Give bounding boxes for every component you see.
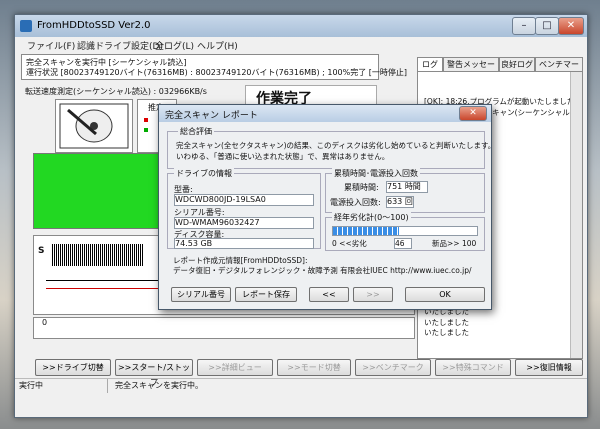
hours-field: 751 時間	[386, 181, 428, 193]
menu-help[interactable]: ヘルプ(H)	[197, 39, 238, 52]
scan-status-box: 完全スキャンを実行中 [シーケンシャル読込] 運行状況 [80023749120…	[21, 54, 407, 80]
menu-file[interactable]: ファイル(F)	[27, 39, 75, 52]
scale-zero-label: 0	[42, 318, 48, 327]
indicator-green	[144, 128, 148, 132]
hours-label: 累積時間:	[344, 183, 379, 192]
log-line: いたしました	[424, 317, 469, 327]
drive-info-label: ドライブの情報	[174, 168, 234, 179]
minimize-button[interactable]: –	[512, 17, 536, 35]
age-value-field: 46	[394, 238, 412, 249]
summary-text-1: 完全スキャン(全セクタスキャン)の結果、このディスクは劣化し始めていると判断いた…	[176, 141, 496, 150]
menu-bar: ファイル(F) 認識ドライブ設定(D) 全ログ(L) ヘルプ(H)	[15, 37, 587, 52]
hours-group: 累積時間･電源投入回数 累積時間: 751 時間 電源投入回数: 633 回	[325, 168, 485, 213]
disk-image-panel	[55, 99, 133, 153]
age-right-label: 新品>> 100	[432, 239, 477, 248]
maximize-button[interactable]: □	[535, 17, 559, 35]
prev-button[interactable]: <<	[309, 287, 349, 302]
detail-view-button[interactable]: >>詳細ビュー	[197, 359, 273, 376]
speed-label: 転送速度測定(シーケンシャル読込) : 032966KB/s	[25, 87, 207, 96]
hdd-icon	[59, 103, 129, 149]
waveform-graph	[52, 244, 144, 266]
summary-group: 総合評価 完全スキャン(全セクタスキャン)の結果、このディスクは劣化し始めている…	[167, 126, 495, 169]
drive-info-group: ドライブの情報 型番: WDCWD800JD-19LSA0 シリアル番号: WD…	[167, 168, 321, 249]
tab-log[interactable]: ログ	[417, 57, 443, 72]
scan-status-line2: 運行状況 [80023749120バイト(76316MB) : 80023749…	[26, 68, 408, 77]
report-source-line-2: データ復旧・デジタルフォレンジック・故障予測 有限会社IUEC http://w…	[173, 266, 472, 275]
special-command-button[interactable]: >>特殊コマンド	[435, 359, 511, 376]
app-icon	[20, 20, 32, 32]
menu-drive-settings[interactable]: 認識ドライブ設定(D)	[77, 39, 163, 52]
tab-benchmark[interactable]: ベンチマーク	[535, 57, 583, 82]
start-stop-button[interactable]: >>スタート/ストップ	[115, 359, 193, 387]
status-left: 実行中	[19, 379, 108, 393]
summary-text-2: いわゆる、「普通に使い込まれた状態」で、異常はありません。	[176, 152, 390, 161]
report-dialog: 完全スキャン レポート ✕ 総合評価 完全スキャン(全セクタスキャン)の結果、こ…	[158, 104, 495, 310]
dialog-close-button[interactable]: ✕	[459, 106, 487, 121]
age-meter-fill	[333, 227, 400, 235]
restore-info-button[interactable]: >>復旧情報	[515, 359, 583, 376]
model-field: WDCWD800JD-19LSA0	[174, 194, 314, 206]
power-field: 633 回	[386, 196, 414, 208]
indicator-red	[144, 118, 148, 122]
capacity-field: 74.53 GB	[174, 238, 314, 249]
benchmark-button[interactable]: >>ベンチマーク	[355, 359, 431, 376]
age-group-label: 経年劣化計(0～100)	[332, 212, 411, 223]
dialog-title: 完全スキャン レポート	[165, 111, 258, 121]
save-report-button[interactable]: レポート保存	[235, 287, 297, 302]
log-tabs: ログ 警告メッセージ 良好ログ ベンチマーク	[417, 57, 585, 82]
serial-number-button[interactable]: シリアル番号	[171, 287, 231, 302]
close-button[interactable]: ✕	[558, 17, 584, 35]
next-button[interactable]: >>	[353, 287, 393, 302]
log-line: いたしました	[424, 328, 469, 337]
title-bar: FromHDDtoSSD Ver2.0 – □ ✕	[15, 15, 587, 37]
age-left-label: 0 <<劣化	[332, 239, 367, 248]
scale-bar: 0	[33, 317, 415, 339]
log-scrollbar[interactable]	[570, 72, 582, 358]
power-label: 電源投入回数:	[330, 198, 381, 207]
tab-good-log[interactable]: 良好ログ	[499, 57, 535, 71]
menu-all-logs[interactable]: 全ログ(L)	[155, 39, 194, 52]
dialog-title-bar: 完全スキャン レポート ✕	[159, 105, 491, 122]
mode-switch-button[interactable]: >>モード切替	[277, 359, 351, 376]
summary-label: 総合評価	[178, 126, 214, 137]
status-right: 完全スキャンを実行中。	[115, 381, 203, 390]
drive-switch-button[interactable]: >>ドライブ切替	[35, 359, 111, 376]
serial-field: WD-WMAM96032427	[174, 217, 314, 229]
age-group: 経年劣化計(0～100) 0 <<劣化 46 新品>> 100	[325, 212, 485, 251]
age-meter	[332, 226, 478, 236]
window-title: FromHDDtoSSD Ver2.0	[37, 20, 151, 31]
tab-warning[interactable]: 警告メッセージ	[443, 57, 499, 82]
hours-group-label: 累積時間･電源投入回数	[332, 168, 420, 179]
ok-button[interactable]: OK	[405, 287, 485, 302]
waveform-label: S	[38, 246, 45, 256]
